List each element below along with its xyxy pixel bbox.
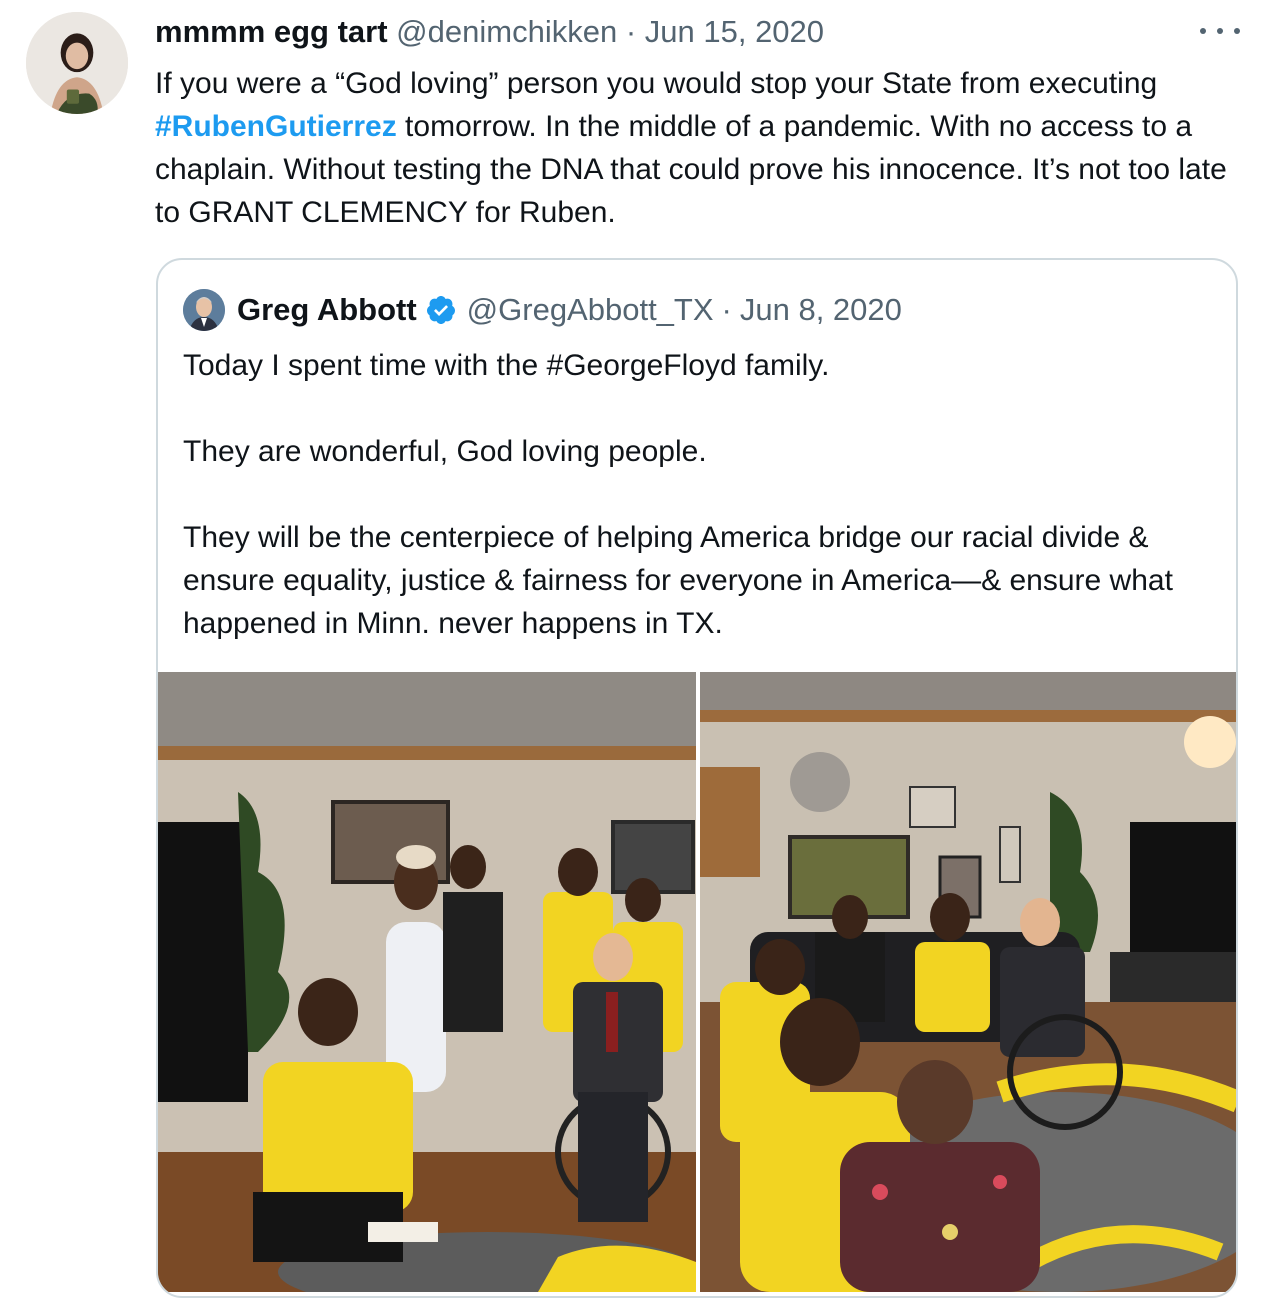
tweet-text: If you were a “God loving” person you wo… [155, 62, 1245, 234]
quoted-paragraph-1: Today I spent time with the #GeorgeFloyd… [183, 349, 830, 382]
verified-badge-icon [425, 294, 457, 326]
quoted-tweet-date[interactable]: Jun 8, 2020 [740, 292, 902, 328]
tweet[interactable]: mmmm egg tart @denimchikken · Jun 15, 20… [0, 0, 1269, 1298]
avatar-photo [26, 12, 128, 114]
user-handle[interactable]: @denimchikken [396, 14, 617, 49]
more-horizontal-icon[interactable] [1200, 16, 1240, 46]
quoted-avatar-photo [183, 289, 225, 331]
quoted-user-handle[interactable]: @GregAbbott_TX [467, 292, 714, 328]
media-photo-1[interactable] [158, 672, 696, 1292]
tweet-date[interactable]: Jun 15, 2020 [645, 14, 824, 49]
quoted-display-name[interactable]: Greg Abbott [237, 292, 417, 328]
quoted-tweet[interactable]: Greg Abbott @GregAbbott_TX · Jun 8, 2020… [156, 258, 1238, 1298]
quoted-tweet-text: Today I spent time with the #GeorgeFloyd… [183, 344, 1223, 645]
quoted-paragraph-3: They will be the centerpiece of helping … [183, 521, 1173, 640]
quoted-paragraph-2: They are wonderful, God loving people. [183, 435, 707, 468]
tweet-text-part-1: If you were a “God loving” person you wo… [155, 67, 1158, 100]
tweet-header: mmmm egg tart @denimchikken · Jun 15, 20… [155, 12, 824, 52]
quoted-header-separator: · [721, 292, 732, 327]
hashtag-link[interactable]: #RubenGutierrez [155, 110, 397, 143]
quoted-avatar[interactable] [183, 289, 225, 331]
display-name[interactable]: mmmm egg tart [155, 14, 388, 49]
quoted-tweet-header: Greg Abbott @GregAbbott_TX · Jun 8, 2020 [183, 288, 902, 332]
media-grid [158, 672, 1236, 1292]
avatar[interactable] [26, 12, 128, 114]
media-photo-2[interactable] [700, 672, 1236, 1292]
header-separator: · [625, 14, 637, 49]
